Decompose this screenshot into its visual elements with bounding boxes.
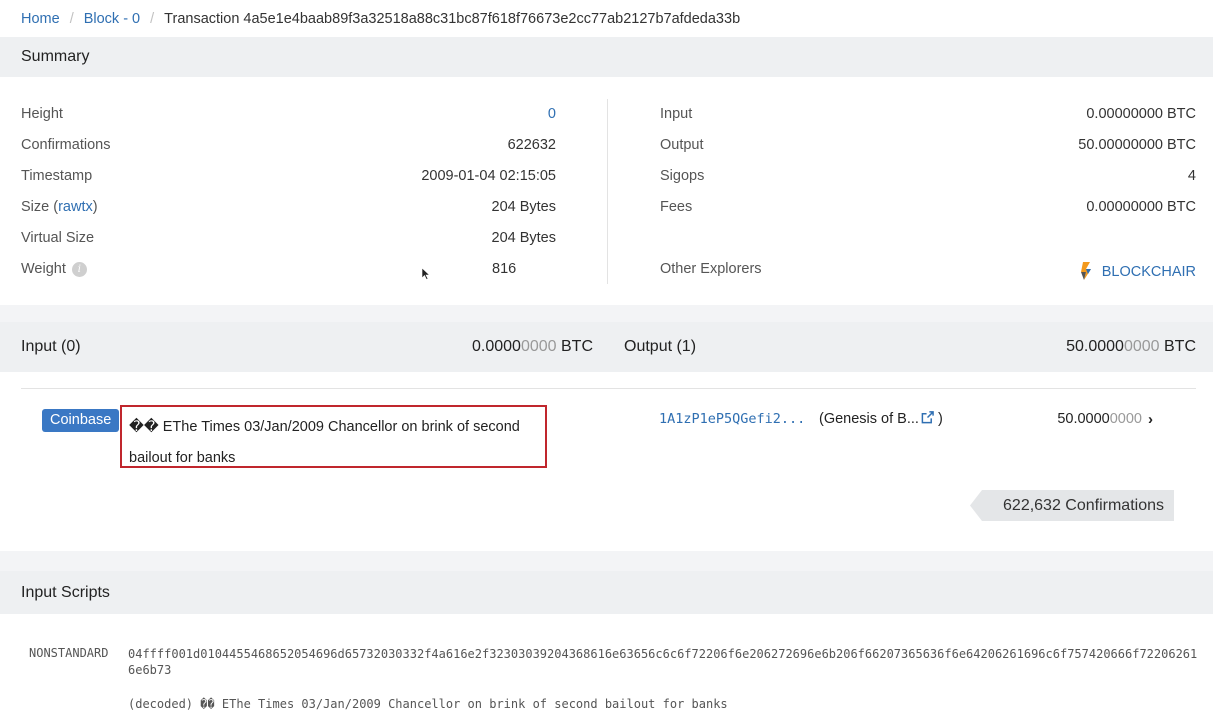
input-scripts-header: Input Scripts: [0, 571, 1213, 614]
output-address-link[interactable]: 1A1zP1eP5QGefi2...: [659, 411, 805, 427]
summary-title: Summary: [21, 48, 90, 65]
input-title: Input (0): [21, 338, 81, 355]
breadcrumb-block-link[interactable]: Block - 0: [84, 11, 140, 27]
size-value: 204 Bytes: [491, 199, 557, 215]
rawtx-link[interactable]: rawtx: [58, 199, 93, 215]
output-tag-text: (Genesis of B...: [819, 411, 919, 427]
size-label-text: Size: [21, 199, 50, 215]
output-value-main: 50.0000: [1057, 411, 1110, 427]
other-explorers-label: Other Explorers: [660, 261, 762, 277]
output-tag-close: ): [933, 411, 943, 427]
output-value-dim: 0000: [1109, 411, 1142, 427]
summary-header: Summary: [0, 37, 1213, 77]
weight-value: 816: [492, 261, 517, 277]
breadcrumb-separator: /: [150, 10, 155, 27]
confirmations-badge: 622,632 Confirmations: [970, 490, 1174, 521]
coinbase-message-highlight: �� EThe Times 03/Jan/2009 Chancellor on …: [120, 405, 547, 468]
script-decoded: (decoded) �� EThe Times 03/Jan/2009 Chan…: [128, 697, 728, 711]
section-spacer: [0, 551, 1213, 571]
section-spacer: [0, 305, 1213, 322]
height-link[interactable]: 0: [548, 106, 556, 122]
output-total-value: 50.00000000 BTC: [1078, 137, 1196, 153]
timestamp-label: Timestamp: [21, 168, 93, 184]
info-icon[interactable]: i: [71, 261, 87, 277]
input-total-label: Input: [660, 106, 693, 122]
confirmations-value: 622632: [507, 137, 556, 153]
output-amount-unit: BTC: [1159, 338, 1196, 355]
output-amount-main: 50.0000: [1066, 338, 1124, 355]
input-amount: 0.00000000 BTC: [472, 338, 593, 356]
coinbase-badge: Coinbase: [42, 409, 120, 432]
blockchair-link[interactable]: BLOCKCHAIR: [1079, 261, 1196, 281]
fees-value: 0.00000000 BTC: [1086, 199, 1196, 215]
output-tag: (Genesis of B... ): [819, 411, 943, 427]
confirmations-label: Confirmations: [21, 137, 111, 153]
output-value: 50.00000000: [1040, 411, 1142, 427]
external-link-icon[interactable]: [921, 411, 934, 424]
input-total-value: 0.00000000 BTC: [1086, 106, 1196, 122]
output-amount-dim: 0000: [1123, 338, 1160, 355]
output-amount: 50.00000000 BTC: [1066, 338, 1196, 356]
output-title: Output (1): [624, 338, 697, 355]
sigops-value: 4: [1187, 168, 1196, 184]
transaction-page: Home / Block - 0 / Transaction 4a5e1e4ba…: [0, 0, 1213, 723]
sigops-label: Sigops: [660, 168, 705, 184]
height-label: Height: [21, 106, 63, 122]
script-hex: 04ffff001d0104455468652054696d6573203033…: [128, 647, 1198, 677]
blockchair-logo-icon: [1080, 262, 1091, 280]
input-amount-unit: BTC: [556, 338, 593, 355]
breadcrumb: Home / Block - 0 / Transaction 4a5e1e4ba…: [0, 0, 1213, 37]
input-scripts-title: Input Scripts: [21, 583, 110, 601]
virtual-size-label: Virtual Size: [21, 230, 95, 246]
virtual-size-value: 204 Bytes: [491, 230, 557, 246]
fees-label: Fees: [660, 199, 693, 215]
size-label: Size (rawtx): [21, 199, 98, 215]
io-header: [0, 322, 1213, 372]
input-amount-main: 0.0000: [472, 338, 521, 355]
timestamp-value: 2009-01-04 02:15:05: [421, 168, 556, 184]
weight-label: Weight i: [21, 261, 87, 277]
breadcrumb-separator: /: [69, 10, 74, 27]
blockchair-label: BLOCKCHAIR: [1101, 264, 1196, 280]
breadcrumb-home-link[interactable]: Home: [21, 11, 60, 27]
chevron-right-icon[interactable]: ›: [1148, 411, 1153, 428]
coinbase-message: �� EThe Times 03/Jan/2009 Chancellor on …: [129, 419, 520, 466]
weight-label-text: Weight: [21, 261, 66, 277]
mouse-cursor-icon: [422, 268, 430, 280]
input-amount-dim: 0000: [520, 338, 557, 355]
io-divider: [21, 388, 1196, 389]
summary-divider: [607, 99, 608, 284]
breadcrumb-current: Transaction 4a5e1e4baab89f3a32518a88c31b…: [164, 10, 741, 27]
script-type: NONSTANDARD: [29, 646, 109, 660]
output-total-label: Output: [660, 137, 704, 153]
